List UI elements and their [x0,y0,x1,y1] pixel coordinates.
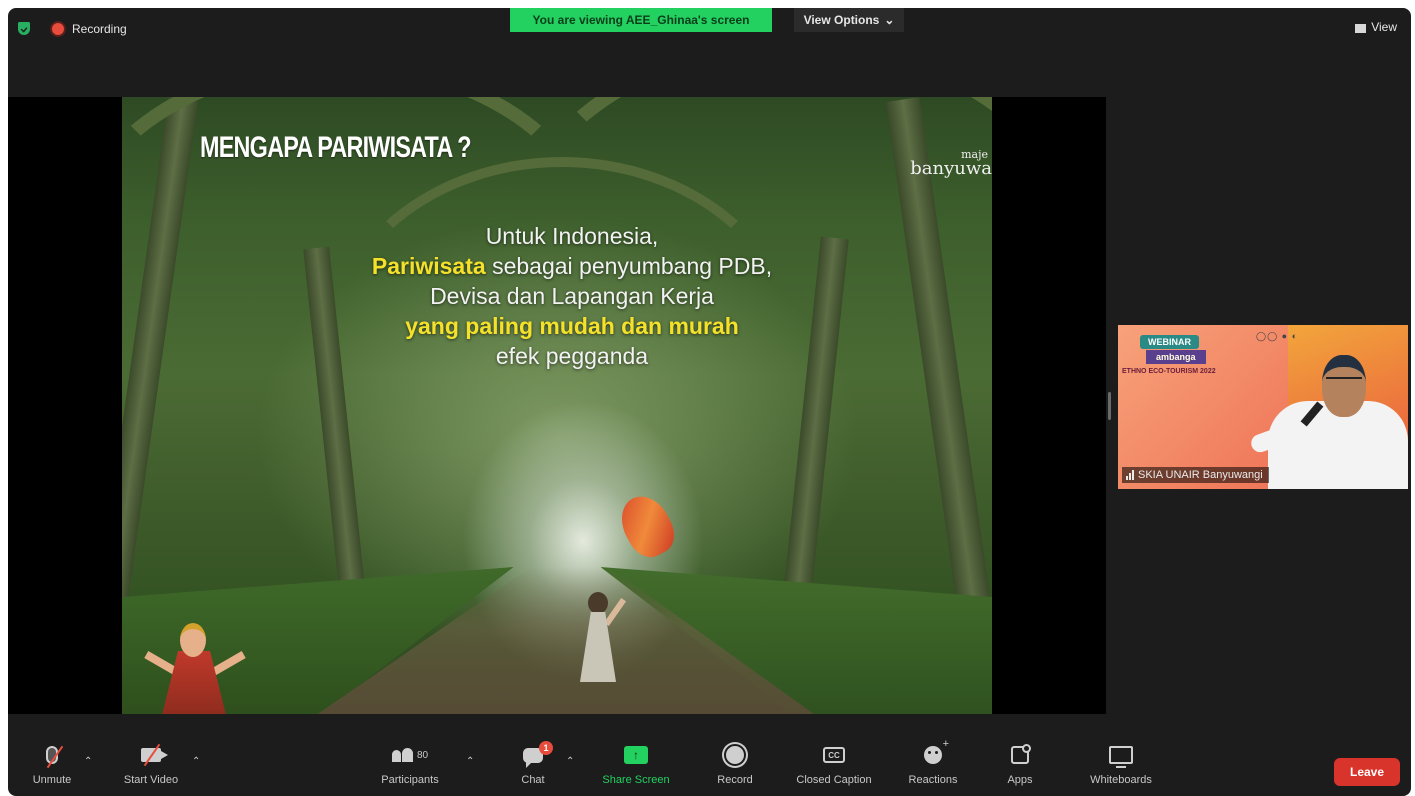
shared-screen: MENGAPA PARIWISATA ? maje banyuwa Untuk … [8,97,1106,714]
start-video-label: Start Video [123,774,179,786]
whiteboards-label: Whiteboards [1090,774,1152,786]
video-options-caret-icon[interactable]: ⌃ [192,756,200,767]
view-label: View [1371,20,1397,34]
top-bar: Recording You are viewing AEE_Ghinaa's s… [8,8,1411,50]
chat-caret-icon[interactable]: ⌃ [566,756,574,767]
dancer-illustration [140,615,252,714]
viewing-screen-banner: You are viewing AEE_Ghinaa's screen [510,8,772,32]
recording-label: Recording [72,22,127,36]
closed-caption-label: Closed Caption [796,774,872,786]
leave-button[interactable]: Leave [1334,758,1400,786]
record-icon [724,744,746,766]
closed-caption-icon: CC [823,747,845,763]
participants-icon [391,748,413,762]
view-options-label: View Options [803,13,880,27]
presentation-slide: MENGAPA PARIWISATA ? maje banyuwa Untuk … [122,97,992,714]
video-off-icon [141,743,168,767]
share-screen-button[interactable]: ↑ Share Screen [594,738,678,796]
audio-options-caret-icon[interactable]: ⌃ [84,756,92,767]
chat-label: Chat [521,774,545,786]
slide-highlight: Pariwisata [371,253,486,279]
dancer-head [180,623,206,657]
view-options-button[interactable]: View Options ⌄ [794,8,904,32]
slide-text-span: sebagai penyumbang PDB, [485,253,773,279]
whiteboard-icon [1109,746,1133,768]
slide-brand-logo: maje banyuwa [910,149,992,178]
sponsor-logos: ◯◯ ● ◐ [1256,331,1299,341]
start-video-button[interactable]: Start Video [116,738,186,796]
event-ribbon: ambanga [1146,350,1206,364]
dancer-arm [212,651,246,675]
meeting-toolbar: Unmute ⌃ Start Video ⌃ 80 Participants ⌃… [8,738,1411,796]
slide-highlight-line: yang paling mudah dan murah [405,313,739,339]
apps-label: Apps [1007,774,1033,786]
slide-line: efek pegganda [495,343,649,369]
slide-line: Devisa dan Lapangan Kerja [430,283,714,309]
reactions-icon [924,738,949,764]
participants-button[interactable]: 80 Participants [370,738,450,796]
speaker-figure [1322,355,1366,417]
view-grid-icon [1355,21,1367,33]
record-button[interactable]: Record [710,738,760,796]
chat-button[interactable]: 1 Chat [513,738,553,796]
closed-caption-button[interactable]: CC Closed Caption [784,738,884,796]
whiteboards-button[interactable]: Whiteboards [1076,738,1166,796]
participant-name: SKIA UNAIR Banyuwangi [1138,469,1263,481]
chevron-down-icon: ⌄ [884,13,895,27]
slide-line: Pariwisata sebagai penyumbang PDB, [322,251,822,281]
zoom-window: Recording You are viewing AEE_Ghinaa's s… [8,8,1411,796]
record-label: Record [717,774,753,786]
panel-resize-handle[interactable] [1108,392,1111,420]
chat-bubble-icon: 1 [523,740,553,768]
apps-button[interactable]: Apps [1000,738,1040,796]
recording-icon [52,23,64,35]
dancer-arm [144,651,178,675]
apps-icon [1011,744,1031,764]
child-figure [588,592,608,614]
view-button[interactable]: View [1355,20,1397,34]
participants-caret-icon[interactable]: ⌃ [466,756,474,767]
event-title: ETHNO ECO-TOURISM 2022 [1122,368,1216,375]
microphone-muted-icon [46,745,64,769]
slide-title: MENGAPA PARIWISATA ? [200,131,472,164]
participant-name-tag: SKIA UNAIR Banyuwangi [1122,467,1269,483]
share-screen-label: Share Screen [602,774,670,786]
signal-strength-icon [1126,470,1134,480]
participants-count: 80 [416,749,429,761]
reactions-button[interactable]: Reactions [900,738,966,796]
speaker-figure [1326,377,1362,385]
participant-video-tile[interactable]: WEBINAR ambanga ETHNO ECO-TOURISM 2022 ◯… [1118,325,1408,489]
unmute-label: Unmute [32,774,72,786]
slide-body-text: Untuk Indonesia, Pariwisata sebagai peny… [322,221,822,371]
slide-line: Untuk Indonesia, [485,223,659,249]
unmute-button[interactable]: Unmute [22,738,82,796]
reactions-label: Reactions [908,774,958,786]
participants-label: Participants [381,774,439,786]
share-screen-icon: ↑ [624,746,648,764]
security-shield-icon[interactable] [18,22,30,35]
dancer-costume [162,651,226,714]
chat-unread-badge: 1 [539,740,553,755]
brand-line-2: banyuwa [910,158,992,179]
webinar-tag: WEBINAR [1140,335,1199,349]
